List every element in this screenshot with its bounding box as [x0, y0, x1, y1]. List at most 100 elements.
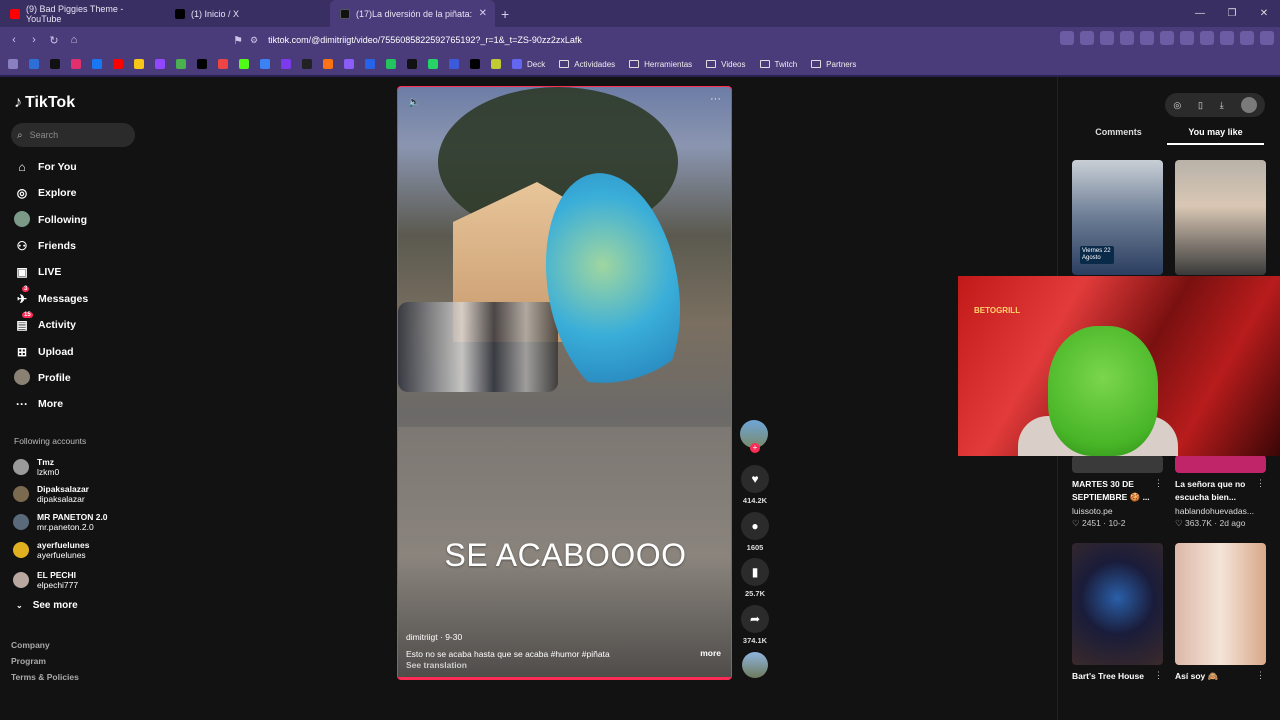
back-icon[interactable]: ‹ — [4, 34, 24, 46]
nav-activity[interactable]: ▤ 15 Activity — [14, 312, 76, 333]
tiktok-logo[interactable]: ♪ TikTok — [14, 94, 75, 112]
recommended-thumbnail[interactable] — [1175, 543, 1266, 665]
tab-youtube[interactable]: (9) Bad Piggies Theme - YouTube — [0, 0, 165, 27]
nav-explore[interactable]: ◎ Explore — [14, 185, 77, 201]
new-tab-button[interactable]: + — [501, 6, 509, 22]
tab-x[interactable]: (1) Inicio / X — [165, 0, 330, 27]
comment-button[interactable]: ● 1605 — [740, 512, 770, 552]
tab-tiktok[interactable]: (17)La diversión de la piñata: ✕ — [330, 0, 495, 27]
bookmark-folder-herramientas[interactable]: Herramientas — [629, 60, 692, 69]
recommended-thumbnail[interactable] — [1072, 543, 1163, 665]
bookmark-favicon-icon[interactable] — [260, 59, 270, 69]
extension-icon[interactable] — [1080, 31, 1094, 45]
bookmark-favicon-icon[interactable] — [323, 59, 333, 69]
following-account[interactable]: EL PECHI elpechi777 — [13, 570, 78, 590]
bookmark-favicon-icon[interactable] — [344, 59, 354, 69]
description-more-link[interactable]: more — [700, 648, 721, 658]
following-account[interactable]: Tmz lzkm0 — [13, 457, 59, 477]
recommended-thumbnail[interactable]: Viernes 22 Agosto — [1072, 160, 1163, 275]
bookmark-folder-actividades[interactable]: Actividades — [559, 60, 615, 69]
nav-for-you[interactable]: ⌂ For You — [14, 159, 76, 175]
card-options-icon[interactable]: ⋮ — [1154, 670, 1163, 681]
recommended-thumbnail[interactable] — [1072, 455, 1163, 473]
bookmark-deck[interactable]: Deck — [512, 59, 545, 69]
bookmark-favicon-icon[interactable] — [155, 59, 165, 69]
download-icon[interactable]: ⤓ — [1220, 100, 1224, 111]
apps-icon[interactable] — [8, 59, 18, 69]
save-button[interactable]: ▮ 25.7K — [740, 558, 770, 598]
bookmark-folder-twitch[interactable]: Twitch — [759, 60, 797, 69]
card-user[interactable]: luissoto.pe — [1072, 506, 1113, 516]
video-options-icon[interactable]: ··· — [710, 93, 721, 105]
maximize-icon[interactable]: ❐ — [1216, 8, 1248, 19]
bookmark-folder-videos[interactable]: Videos — [706, 60, 746, 69]
following-account[interactable]: Dipaksalazar dipaksalazar — [13, 484, 89, 504]
coin-icon[interactable]: ◎ — [1173, 100, 1181, 111]
device-icon[interactable]: ▯ — [1198, 100, 1203, 111]
extension-icon[interactable] — [1120, 31, 1134, 45]
bookmark-icon[interactable]: ⚑ — [228, 34, 248, 47]
footer-terms-link[interactable]: Terms & Policies — [11, 672, 79, 682]
see-translation-link[interactable]: See translation — [406, 660, 467, 670]
bookmark-favicon-icon[interactable] — [71, 59, 81, 69]
home-icon[interactable]: ⌂ — [64, 34, 84, 46]
bookmark-favicon-icon[interactable] — [281, 59, 291, 69]
card-options-icon[interactable]: ⋮ — [1154, 478, 1163, 489]
video-progress-bar[interactable] — [398, 677, 731, 679]
bookmark-favicon-icon[interactable] — [29, 59, 39, 69]
nav-profile[interactable]: Profile — [14, 368, 71, 386]
share-button[interactable]: ➦ 374.1K — [740, 605, 770, 645]
follow-plus-icon[interactable]: + — [750, 443, 760, 453]
bookmark-favicon-icon[interactable] — [218, 59, 228, 69]
following-account[interactable]: ayerfuelunes ayerfuelunes — [13, 540, 89, 560]
extension-icon[interactable] — [1140, 31, 1154, 45]
extension-icon[interactable] — [1060, 31, 1074, 45]
footer-program-link[interactable]: Program — [11, 656, 46, 666]
extension-icon[interactable] — [1160, 31, 1174, 45]
bookmark-favicon-icon[interactable] — [491, 59, 501, 69]
bookmark-favicon-icon[interactable] — [134, 59, 144, 69]
nav-more[interactable]: ··· More — [14, 396, 63, 412]
reload-icon[interactable]: ↻ — [44, 34, 64, 47]
extension-icon[interactable] — [1100, 31, 1114, 45]
recommended-thumbnail[interactable] — [1175, 160, 1266, 275]
volume-icon[interactable]: 🔈 — [408, 97, 420, 108]
card-user[interactable]: hablandohuevadas... — [1175, 506, 1254, 516]
close-window-icon[interactable]: ✕ — [1248, 8, 1280, 19]
forward-icon[interactable]: › — [24, 34, 44, 46]
extension-icon[interactable] — [1180, 31, 1194, 45]
search-input[interactable]: ⌕ Search — [11, 123, 135, 147]
nav-upload[interactable]: ⊞ Upload — [14, 344, 74, 360]
menu-icon[interactable] — [1260, 31, 1274, 45]
footer-company-link[interactable]: Company — [11, 640, 50, 650]
extension-icon[interactable] — [1220, 31, 1234, 45]
nav-messages[interactable]: ✈ 3 Messages — [14, 286, 88, 307]
video-author-date[interactable]: dimitriigt · 9-30 — [406, 632, 462, 642]
bookmark-folder-partners[interactable]: Partners — [811, 60, 856, 69]
whatsapp-icon[interactable] — [428, 59, 438, 69]
music-disc-avatar[interactable] — [742, 652, 768, 678]
like-button[interactable]: ♥ 414.2K — [740, 465, 770, 505]
nav-live[interactable]: ▣ LIVE — [14, 264, 61, 280]
card-title[interactable]: MARTES 30 DE SEPTIEMBRE 🍪 ... — [1072, 478, 1156, 504]
bookmark-favicon-icon[interactable] — [449, 59, 459, 69]
video-player[interactable]: 🔈 ··· SE ACABOOOO dimitriigt · 9-30 Esto… — [397, 86, 732, 680]
bookmark-favicon-icon[interactable] — [386, 59, 396, 69]
bookmark-favicon-icon[interactable] — [407, 59, 417, 69]
bookmark-favicon-icon[interactable] — [365, 59, 375, 69]
bookmark-favicon-icon[interactable] — [92, 59, 102, 69]
bookmark-favicon-icon[interactable] — [470, 59, 480, 69]
bookmark-favicon-icon[interactable] — [239, 59, 249, 69]
close-tab-icon[interactable]: ✕ — [479, 8, 487, 19]
card-options-icon[interactable]: ⋮ — [1256, 478, 1265, 489]
extension-icon[interactable] — [1200, 31, 1214, 45]
bookmark-favicon-icon[interactable] — [302, 59, 312, 69]
card-title[interactable]: La señora que no escucha bien... — [1175, 478, 1259, 504]
card-options-icon[interactable]: ⋮ — [1256, 670, 1265, 681]
recommended-thumbnail[interactable] — [1175, 455, 1266, 473]
tab-you-may-like[interactable]: You may like — [1167, 127, 1264, 145]
card-title[interactable]: Bart's Tree House — [1072, 670, 1156, 683]
bookmark-favicon-icon[interactable] — [176, 59, 186, 69]
tab-comments[interactable]: Comments — [1070, 127, 1167, 145]
extension-icon[interactable] — [1240, 31, 1254, 45]
